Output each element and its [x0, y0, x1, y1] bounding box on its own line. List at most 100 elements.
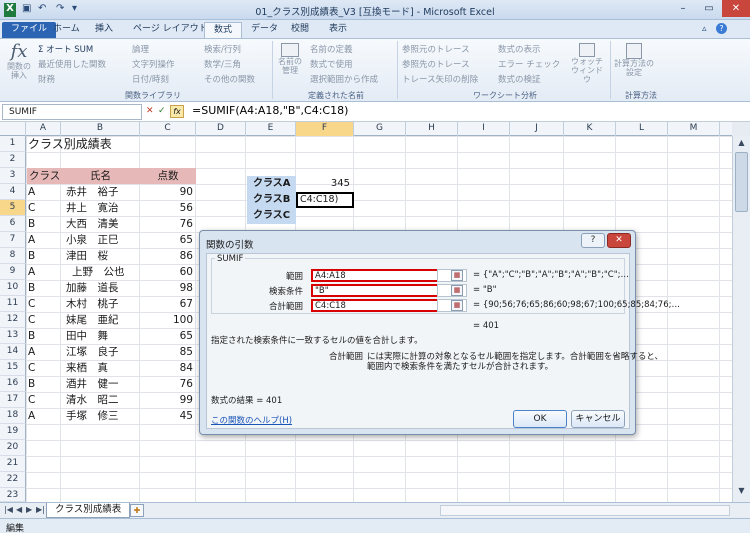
row-header[interactable]: 2	[0, 152, 26, 168]
cell-class[interactable]: A	[28, 184, 35, 200]
header-class[interactable]: クラス	[27, 168, 61, 184]
column-header[interactable]: A	[26, 122, 61, 136]
cell-name[interactable]: 来栖 真	[66, 360, 108, 376]
cell-class[interactable]: B	[28, 216, 35, 232]
name-manager-button[interactable]: 名前の管理	[276, 43, 304, 75]
cell-score[interactable]: 60	[150, 264, 193, 280]
cell-class[interactable]: C	[28, 312, 35, 328]
trace-precedents-button[interactable]: 参照元のトレース	[402, 43, 470, 55]
cell-name[interactable]: 上野 公也	[72, 264, 125, 280]
trace-dependents-button[interactable]: 参照先のトレース	[402, 58, 470, 70]
cell-class[interactable]: B	[28, 328, 35, 344]
calc-options-button[interactable]: 計算方法の設定	[614, 43, 654, 77]
row-header[interactable]: 1	[0, 136, 26, 152]
cell-name[interactable]: 木村 桃子	[66, 296, 119, 312]
cell-score[interactable]: 56	[150, 200, 193, 216]
cell-score[interactable]: 100	[150, 312, 193, 328]
row-header[interactable]: 3	[0, 168, 26, 184]
arg-input-range[interactable]: A4:A18	[311, 269, 439, 282]
active-cell-f5[interactable]: C4:C18)	[296, 192, 354, 208]
use-in-formula-button[interactable]: 数式で使用	[310, 58, 353, 70]
cell-name[interactable]: 妹尾 亜紀	[66, 312, 119, 328]
column-header[interactable]: L	[616, 122, 668, 136]
collapse-range-icon[interactable]: ▦	[451, 270, 463, 281]
cell-name[interactable]: 井上 寛治	[66, 200, 119, 216]
column-header[interactable]: E	[246, 122, 296, 136]
cancel-button[interactable]: キャンセル	[571, 410, 625, 428]
function-help-link[interactable]: この関数のヘルプ(H)	[211, 414, 292, 426]
row-header[interactable]: 6	[0, 216, 26, 232]
insert-sheet-icon[interactable]: ✚	[130, 504, 144, 517]
row-header[interactable]: 9	[0, 264, 26, 280]
cell-class[interactable]: A	[28, 344, 35, 360]
row-header[interactable]: 4	[0, 184, 26, 200]
cell-score[interactable]: 76	[150, 376, 193, 392]
error-checking-button[interactable]: エラー チェック	[498, 58, 560, 70]
collapse-range-icon[interactable]: ▦	[451, 285, 463, 296]
row-header[interactable]: 8	[0, 248, 26, 264]
recent-functions-button[interactable]: 最近使用した関数	[38, 58, 106, 70]
scroll-up-icon[interactable]: ▲	[735, 138, 748, 150]
next-sheet-icon[interactable]: ▶	[26, 505, 32, 514]
cell-name[interactable]: 小泉 正巳	[66, 232, 119, 248]
row-header[interactable]: 20	[0, 440, 26, 456]
row-header[interactable]: 15	[0, 360, 26, 376]
header-score[interactable]: 点数	[140, 168, 196, 184]
datetime-button[interactable]: 日付/時刻	[132, 73, 169, 85]
cell-class[interactable]: C	[28, 360, 35, 376]
cell-name[interactable]: 清水 昭二	[66, 392, 119, 408]
cell-score[interactable]: 84	[150, 360, 193, 376]
row-header[interactable]: 19	[0, 424, 26, 440]
cell-name[interactable]: 酒井 健一	[66, 376, 119, 392]
row-header[interactable]: 18	[0, 408, 26, 424]
cell-score[interactable]: 98	[150, 280, 193, 296]
arg-input-sum-range[interactable]: C4:C18	[311, 299, 439, 312]
cell-score[interactable]: 65	[150, 328, 193, 344]
formula-input[interactable]: =SUMIF(A4:A18,"B",C4:C18)	[192, 104, 348, 117]
cell-score[interactable]: 76	[150, 216, 193, 232]
scroll-thumb[interactable]	[735, 152, 748, 212]
cell-score[interactable]: 65	[150, 232, 193, 248]
math-button[interactable]: 数学/三角	[204, 58, 241, 70]
cell-score[interactable]: 85	[150, 344, 193, 360]
summary-label-b[interactable]: クラスB	[247, 192, 296, 208]
row-header[interactable]: 14	[0, 344, 26, 360]
cell-score[interactable]: 86	[150, 248, 193, 264]
ribbon-minimize-icon[interactable]: ▵	[702, 24, 707, 34]
row-header[interactable]: 21	[0, 456, 26, 472]
header-name[interactable]: 氏名	[61, 168, 140, 184]
cell-name[interactable]: 加藤 道長	[66, 280, 119, 296]
cell-name[interactable]: 江塚 良子	[66, 344, 119, 360]
row-header[interactable]: 11	[0, 296, 26, 312]
cell-class[interactable]: B	[28, 280, 35, 296]
tab-view[interactable]: 表示	[320, 22, 356, 38]
last-sheet-icon[interactable]: ▶|	[36, 505, 45, 514]
ok-button[interactable]: OK	[513, 410, 567, 428]
dialog-close-button[interactable]: ✕	[607, 233, 631, 248]
cell-class[interactable]: C	[28, 392, 35, 408]
cancel-entry-icon[interactable]: ✕	[146, 106, 154, 116]
cell-name[interactable]: 田中 舞	[66, 328, 108, 344]
row-header[interactable]: 10	[0, 280, 26, 296]
create-from-selection-button[interactable]: 選択範囲から作成	[310, 73, 378, 85]
tab-insert[interactable]: 挿入	[86, 22, 122, 38]
show-formulas-button[interactable]: 数式の表示	[498, 43, 541, 55]
row-header[interactable]: 13	[0, 328, 26, 344]
row-header[interactable]: 7	[0, 232, 26, 248]
row-header[interactable]: 12	[0, 312, 26, 328]
name-box[interactable]: SUMIF	[2, 104, 142, 120]
row-header[interactable]: 23	[0, 488, 26, 502]
insert-function-icon[interactable]: fx	[170, 105, 184, 118]
cell-class[interactable]: C	[28, 296, 35, 312]
sheet-title[interactable]: クラス別成績表	[28, 136, 112, 152]
column-header[interactable]: C	[140, 122, 196, 136]
text-button[interactable]: 文字列操作	[132, 58, 175, 70]
cell-class[interactable]: B	[28, 376, 35, 392]
maximize-button[interactable]: ▭	[696, 0, 722, 17]
sheet-tab-active[interactable]: クラス別成績表	[46, 503, 131, 518]
tab-formulas[interactable]: 数式	[204, 22, 243, 38]
summary-label-c[interactable]: クラスC	[247, 208, 296, 224]
column-header[interactable]: M	[668, 122, 720, 136]
tab-page-layout[interactable]: ページ レイアウト	[124, 22, 217, 38]
column-header[interactable]: J	[510, 122, 564, 136]
